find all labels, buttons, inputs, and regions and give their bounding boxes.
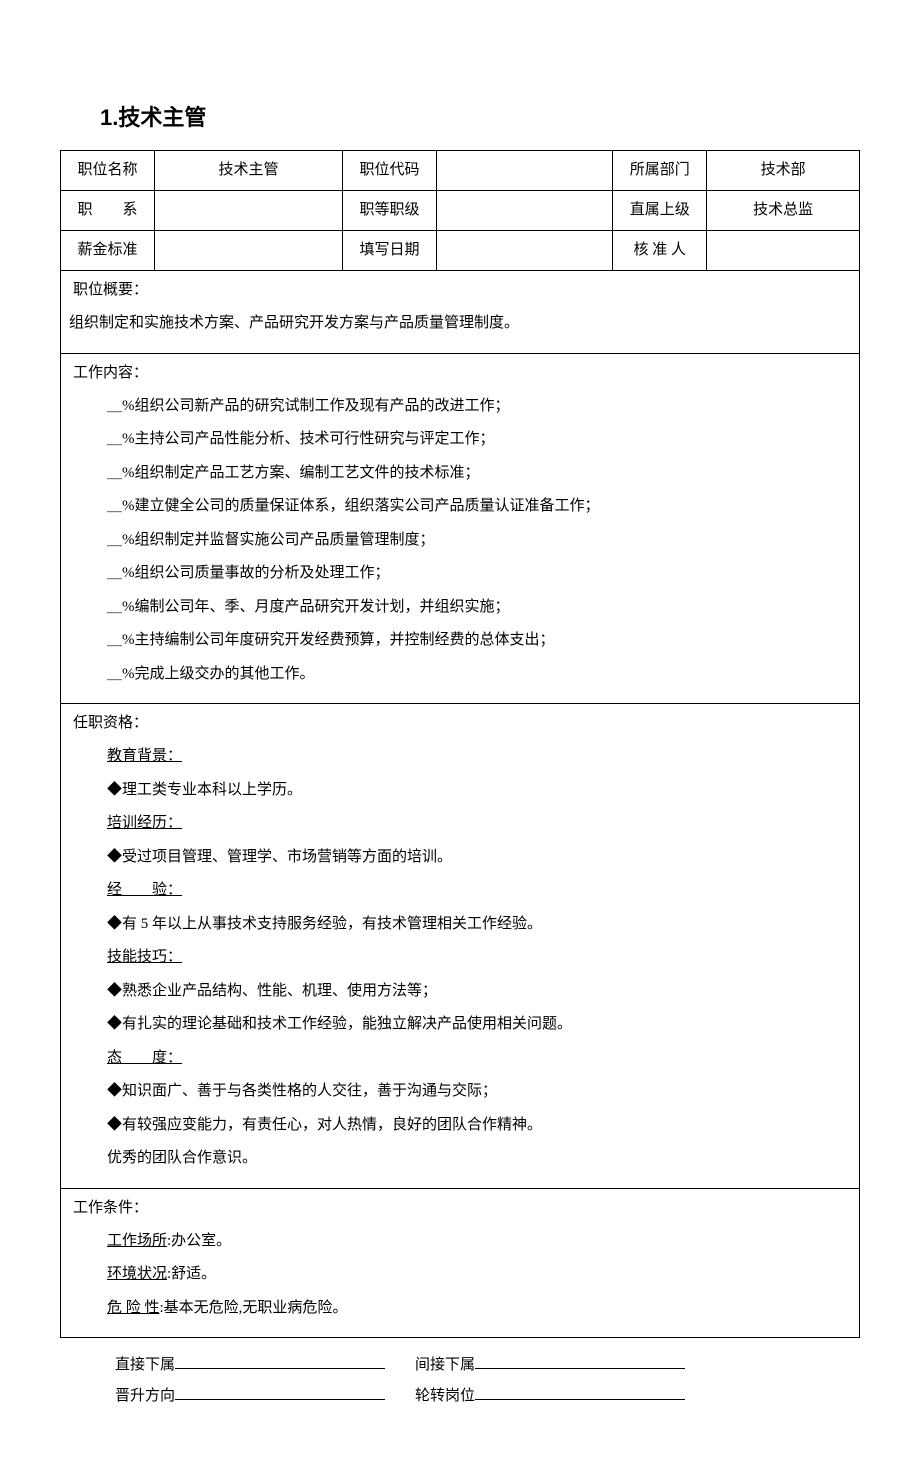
summary-text: 组织制定和实施技术方案、产品研究开发方案与产品质量管理制度。 xyxy=(69,309,851,338)
edu-text: ◆理工类专业本科以上学历。 xyxy=(107,776,851,805)
header-row-1: 职位名称 技术主管 职位代码 所属部门 技术部 xyxy=(61,151,860,191)
work-title: 工作内容： xyxy=(73,360,851,387)
label-salary: 薪金标准 xyxy=(61,231,155,271)
label-approver: 核 准 人 xyxy=(613,231,707,271)
value-position-name: 技术主管 xyxy=(155,151,343,191)
value-grade xyxy=(437,191,613,231)
summary-title: 职位概要： xyxy=(73,277,851,304)
footer-row-2: 晋升方向 轮转岗位 xyxy=(115,1384,860,1412)
att-text: 优秀的团队合作意识。 xyxy=(107,1144,851,1173)
train-text: ◆受过项目管理、管理学、市场营销等方面的培训。 xyxy=(107,843,851,872)
work-item: ＿%组织公司新产品的研究试制工作及现有产品的改进工作； xyxy=(107,392,851,421)
train-title: 培训经历： xyxy=(107,815,182,831)
env-label: 环境状况 xyxy=(107,1266,167,1282)
skill-text: ◆有扎实的理论基础和技术工作经验，能独立解决产品使用相关问题。 xyxy=(107,1010,851,1039)
skill-text: ◆熟悉企业产品结构、性能、机理、使用方法等； xyxy=(107,977,851,1006)
att-text: ◆有较强应变能力，有责任心，对人热情，良好的团队合作精神。 xyxy=(107,1111,851,1140)
place-label: 工作场所 xyxy=(107,1233,167,1249)
label-job-family: 职 系 xyxy=(61,191,155,231)
promotion-label: 晋升方向 xyxy=(115,1384,175,1405)
value-position-code xyxy=(437,151,613,191)
exp-text: ◆有 5 年以上从事技术支持服务经验，有技术管理相关工作经验。 xyxy=(107,910,851,939)
work-item: ＿%主持公司产品性能分析、技术可行性研究与评定工作； xyxy=(107,425,851,454)
value-fill-date xyxy=(437,231,613,271)
document-title: 1.技术主管 xyxy=(100,100,860,132)
work-item: ＿%主持编制公司年度研究开发经费预算，并控制经费的总体支出； xyxy=(107,626,851,655)
rotation-blank xyxy=(475,1384,685,1401)
label-supervisor: 直属上级 xyxy=(613,191,707,231)
label-position-code: 职位代码 xyxy=(343,151,437,191)
work-item: ＿%编制公司年、季、月度产品研究开发计划，并组织实施； xyxy=(107,593,851,622)
label-department: 所属部门 xyxy=(613,151,707,191)
work-item: ＿%建立健全公司的质量保证体系，组织落实公司产品质量认证准备工作； xyxy=(107,492,851,521)
label-position-name: 职位名称 xyxy=(61,151,155,191)
promotion-blank xyxy=(175,1384,385,1401)
indirect-sub-label: 间接下属 xyxy=(415,1353,475,1374)
header-row-3: 薪金标准 填写日期 核 准 人 xyxy=(61,231,860,271)
edu-title: 教育背景： xyxy=(107,748,182,764)
qualification-title: 任职资格： xyxy=(73,710,851,737)
work-item: ＿%组织制定并监督实施公司产品质量管理制度； xyxy=(107,526,851,555)
value-supervisor: 技术总监 xyxy=(707,191,860,231)
section-work-content: 工作内容： ＿%组织公司新产品的研究试制工作及现有产品的改进工作； ＿%主持公司… xyxy=(61,353,860,704)
section-summary: 职位概要： 组织制定和实施技术方案、产品研究开发方案与产品质量管理制度。 xyxy=(61,271,860,354)
exp-title: 经 验： xyxy=(107,882,182,898)
indirect-sub-blank xyxy=(475,1352,685,1369)
work-item: ＿%组织制定产品工艺方案、编制工艺文件的技术标准； xyxy=(107,459,851,488)
att-text: ◆知识面广、善于与各类性格的人交往，善于沟通与交际； xyxy=(107,1077,851,1106)
header-row-2: 职 系 职等职级 直属上级 技术总监 xyxy=(61,191,860,231)
label-fill-date: 填写日期 xyxy=(343,231,437,271)
direct-sub-label: 直接下属 xyxy=(115,1353,175,1374)
conditions-title: 工作条件： xyxy=(73,1195,851,1222)
section-qualification: 任职资格： 教育背景： ◆理工类专业本科以上学历。 培训经历： ◆受过项目管理、… xyxy=(61,704,860,1189)
rotation-label: 轮转岗位 xyxy=(415,1384,475,1405)
direct-sub-blank xyxy=(175,1352,385,1369)
value-department: 技术部 xyxy=(707,151,860,191)
value-job-family xyxy=(155,191,343,231)
label-grade: 职等职级 xyxy=(343,191,437,231)
env-text: :舒适。 xyxy=(167,1266,216,1282)
value-salary xyxy=(155,231,343,271)
skill-title: 技能技巧： xyxy=(107,949,182,965)
job-description-table: 职位名称 技术主管 职位代码 所属部门 技术部 职 系 职等职级 直属上级 技术… xyxy=(60,150,860,1338)
work-item: ＿%组织公司质量事故的分析及处理工作； xyxy=(107,559,851,588)
work-item: ＿%完成上级交办的其他工作。 xyxy=(107,660,851,689)
place-text: :办公室。 xyxy=(167,1233,231,1249)
footer-row-1: 直接下属 间接下属 xyxy=(115,1352,860,1380)
section-work-conditions: 工作条件： 工作场所:办公室。 环境状况:舒适。 危 险 性:基本无危险,无职业… xyxy=(61,1188,860,1338)
value-approver xyxy=(707,231,860,271)
att-title: 态 度： xyxy=(107,1050,182,1066)
